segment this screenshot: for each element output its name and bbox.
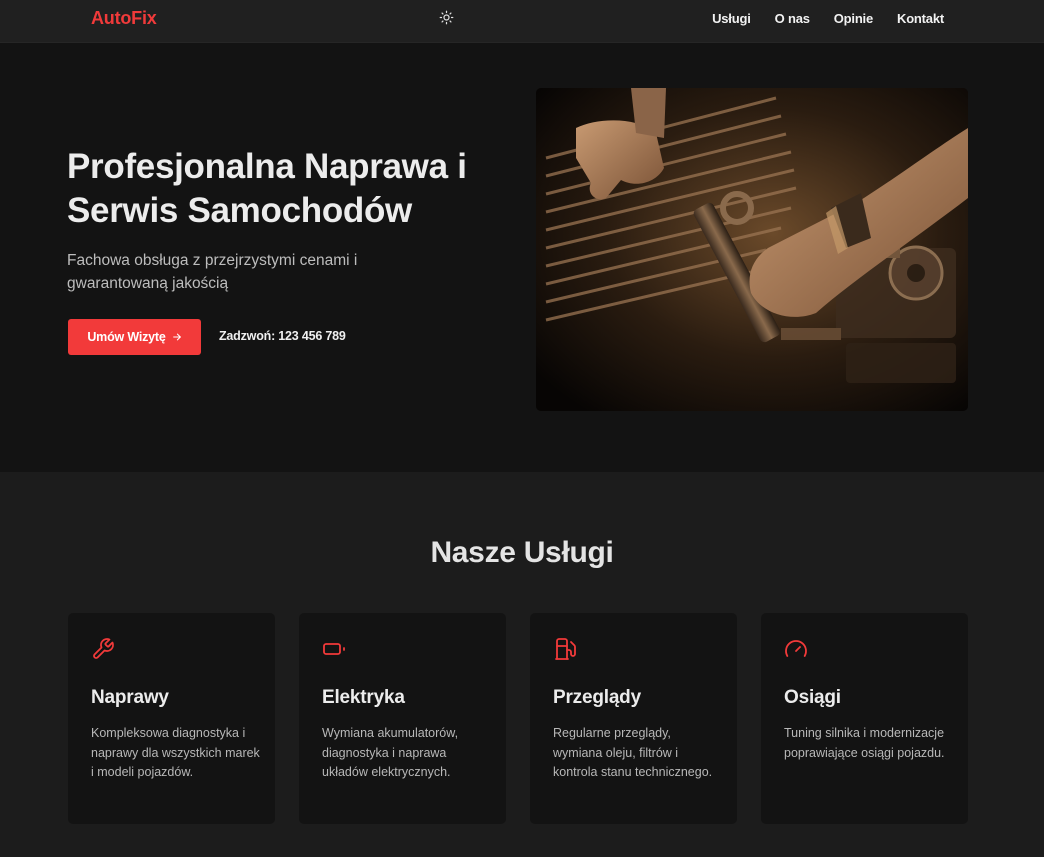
hero-section: Profesjonalna Naprawa i Serwis Samochodó… [0, 43, 1044, 472]
service-description: Wymiana akumulatorów, diagnostyka i napr… [322, 726, 459, 779]
sun-icon [439, 10, 454, 25]
service-description: Tuning silnika i modernizacje poprawiają… [784, 726, 945, 760]
hero-subtitle: Fachowa obsługa z przejrzystymi cenami i… [67, 252, 358, 292]
theme-toggle-button[interactable] [438, 9, 455, 26]
phone-link[interactable]: Zadzwoń: 123 456 789 [219, 329, 346, 343]
services-title: Nasze Usługi [430, 536, 614, 569]
navbar: AutoFix Usługi O nas Opinie Kontakt [0, 0, 1044, 43]
service-card-przeglady[interactable]: Przeglądy Regularne przeglądy, wymiana o… [530, 613, 737, 824]
service-description: Regularne przeglądy, wymiana oleju, filt… [553, 726, 713, 779]
logo[interactable]: AutoFix [91, 8, 157, 29]
book-visit-label: Umów Wizytę [87, 330, 166, 344]
fuel-pump-icon [555, 638, 576, 660]
service-description: Kompleksowa diagnostyka i naprawy dla ws… [91, 726, 260, 779]
mechanic-photo [536, 88, 968, 411]
hero-title: Profesjonalna Naprawa i Serwis Samochodó… [67, 147, 467, 230]
nav-link-opinie[interactable]: Opinie [834, 11, 873, 26]
nav-link-kontakt[interactable]: Kontakt [897, 11, 944, 26]
nav-links: Usługi O nas Opinie Kontakt [712, 11, 944, 26]
service-card-osiagi[interactable]: Osiągi Tuning silnika i modernizacje pop… [761, 613, 968, 824]
battery-icon [323, 643, 345, 655]
service-title: Przeglądy [553, 687, 641, 708]
service-title: Osiągi [784, 687, 841, 708]
nav-link-uslugi[interactable]: Usługi [712, 11, 751, 26]
service-card-naprawy[interactable]: Naprawy Kompleksowa diagnostyka i napraw… [68, 613, 275, 824]
service-title: Elektryka [322, 687, 405, 708]
wrench-icon [93, 638, 114, 659]
book-visit-button[interactable]: Umów Wizytę [68, 319, 201, 355]
service-card-elektryka[interactable]: Elektryka Wymiana akumulatorów, diagnost… [299, 613, 506, 824]
services-section: Nasze Usługi Naprawy Kompleksowa diagnos… [0, 472, 1044, 857]
service-title: Naprawy [91, 687, 169, 708]
arrow-right-icon [172, 333, 181, 341]
nav-link-o-nas[interactable]: O nas [775, 11, 810, 26]
gauge-icon [785, 640, 807, 657]
